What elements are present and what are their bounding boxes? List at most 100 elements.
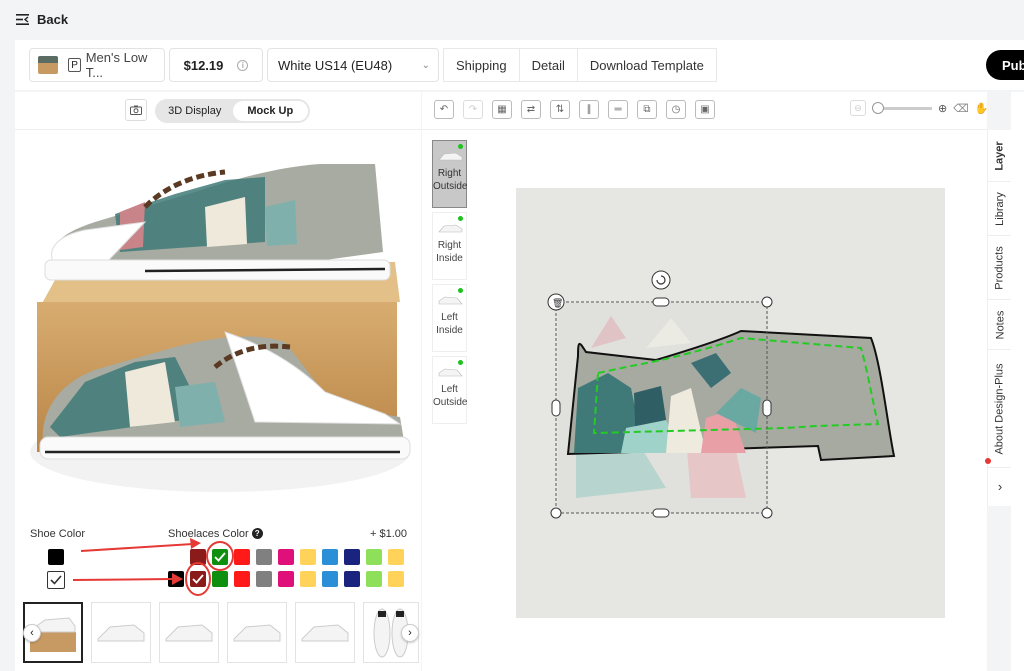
thumbnail-3[interactable] — [159, 602, 219, 663]
tab-products[interactable]: Products — [988, 236, 1012, 300]
tab-library-label: Library — [994, 191, 1006, 226]
history-icon[interactable]: ◷ — [666, 100, 686, 119]
lace-swatch[interactable] — [190, 549, 206, 565]
view-left-inside[interactable]: Left Inside — [432, 284, 467, 352]
tab-3d-display[interactable]: 3D Display — [157, 101, 233, 121]
eraser-icon[interactable]: ⌫ — [953, 102, 969, 115]
view-toggle: 3D Display Mock Up — [155, 99, 310, 123]
thumbnail-4[interactable] — [227, 602, 287, 663]
view-label: Left Outside — [433, 384, 468, 408]
lace-swatch[interactable] — [300, 549, 316, 565]
publish-button[interactable]: Pub — [986, 50, 1024, 80]
view-right-outside[interactable]: Right Outside — [432, 140, 467, 208]
view-label: Right Inside — [436, 240, 463, 264]
lace-swatch[interactable] — [366, 571, 382, 587]
lace-swatch[interactable] — [168, 571, 184, 587]
lace-swatch-selected[interactable] — [212, 549, 228, 565]
duplicate-icon[interactable]: ⧉ — [637, 100, 657, 119]
thumbnail-2[interactable] — [91, 602, 151, 663]
shoe-mockup-image — [30, 164, 411, 492]
tab-library[interactable]: Library — [988, 182, 1012, 236]
lace-swatch[interactable] — [344, 549, 360, 565]
product-badge: P — [68, 58, 81, 72]
mockup-thumbnails: ‹ › — [23, 602, 421, 665]
lace-swatch[interactable] — [388, 571, 404, 587]
lace-swatch-selected[interactable] — [190, 571, 206, 587]
variant-value: White US14 (EU48) — [278, 57, 393, 73]
undo-icon[interactable]: ↶ — [434, 100, 454, 119]
laces-color-label-text: Shoelaces Color — [168, 528, 249, 540]
help-icon[interactable]: ? — [251, 528, 263, 539]
lace-swatch[interactable] — [234, 549, 250, 565]
svg-text:🗑: 🗑 — [552, 298, 563, 309]
lace-swatch[interactable] — [388, 549, 404, 565]
design-canvas[interactable]: 🗑 — [516, 188, 945, 618]
chevron-down-icon: ⌄ — [421, 59, 430, 71]
view-left-outside[interactable]: Left Outside — [432, 356, 467, 424]
price-display: $12.19 i — [169, 48, 263, 82]
flip-horizontal-icon[interactable]: ⇄ — [521, 100, 541, 119]
shoe-outline-icon — [438, 224, 463, 233]
detail-button[interactable]: Detail — [518, 48, 578, 82]
status-dot — [458, 288, 463, 293]
laces-price: + $1.00 — [370, 528, 408, 540]
editor-toolbar: ↶ ↷ ▦ ⇄ ⇅ ∥ ═ ⧉ ◷ ▣ — [434, 100, 715, 119]
view-label: Right Outside — [433, 168, 468, 192]
grid-icon[interactable]: ▦ — [492, 100, 512, 119]
product-name: Men's Low T... — [85, 50, 148, 80]
info-icon[interactable]: i — [237, 59, 249, 71]
zoom-slider[interactable] — [872, 101, 932, 114]
check-icon — [214, 552, 226, 562]
hand-icon[interactable]: ✋ — [975, 102, 989, 115]
fit-icon[interactable]: ▣ — [695, 100, 715, 119]
tab-notes[interactable]: Notes — [988, 300, 1012, 350]
top-bar: Back — [0, 0, 1024, 38]
shoe-color-black[interactable] — [48, 549, 64, 565]
tab-about-design-plus[interactable]: About Design-Plus — [988, 350, 1012, 468]
tab-layer[interactable]: Layer — [988, 130, 1012, 182]
lace-swatch[interactable] — [212, 571, 228, 587]
product-selector[interactable]: P Men's Low T... — [29, 48, 165, 82]
lace-swatch[interactable] — [256, 571, 272, 587]
check-icon — [50, 575, 62, 585]
lace-swatch[interactable] — [344, 571, 360, 587]
lace-swatch[interactable] — [300, 571, 316, 587]
lace-swatch[interactable] — [322, 571, 338, 587]
chevron-right-icon[interactable]: › — [401, 624, 419, 642]
tab-notes-label: Notes — [994, 310, 1006, 339]
lace-swatch[interactable] — [278, 549, 294, 565]
download-template-button[interactable]: Download Template — [576, 48, 717, 82]
zoom-handle[interactable] — [872, 101, 884, 114]
lace-swatch[interactable] — [234, 571, 250, 587]
back-label: Back — [37, 11, 69, 27]
tab-about-label: About Design-Plus — [994, 362, 1007, 455]
zoom-out-icon[interactable]: ⊖ — [850, 100, 866, 116]
lace-swatch[interactable] — [322, 549, 338, 565]
align-horizontal-icon[interactable]: ∥ — [579, 100, 599, 119]
flip-vertical-icon[interactable]: ⇅ — [550, 100, 570, 119]
tab-mock-up[interactable]: Mock Up — [232, 101, 308, 121]
redo-icon[interactable]: ↷ — [463, 100, 483, 119]
product-toolbar: P Men's Low T... $12.19 i White US14 (EU… — [15, 40, 1024, 90]
divider — [15, 129, 421, 130]
chevron-left-icon[interactable]: ‹ — [23, 624, 41, 642]
zoom-in-icon[interactable]: ⊕ — [938, 102, 947, 115]
design-editor: ↶ ↷ ▦ ⇄ ⇅ ∥ ═ ⧉ ◷ ▣ ⊖ ⊕ ⌫ ✋ Right Outsid… — [422, 92, 989, 671]
right-sidebar-tabs: Layer Library Products Notes About Desig… — [985, 130, 1012, 506]
variant-select[interactable]: White US14 (EU48) ⌄ — [267, 48, 439, 82]
back-button[interactable]: Back — [16, 12, 68, 27]
lace-swatch[interactable] — [278, 571, 294, 587]
chevron-right-icon[interactable]: › — [988, 468, 1012, 504]
camera-icon[interactable] — [125, 99, 147, 121]
shoe-outline-icon — [438, 152, 463, 161]
shoe-color-white[interactable] — [47, 571, 65, 589]
status-dot — [458, 144, 463, 149]
lace-swatch[interactable] — [366, 549, 382, 565]
view-right-inside[interactable]: Right Inside — [432, 212, 467, 280]
notification-dot — [985, 458, 991, 464]
shipping-button[interactable]: Shipping — [443, 48, 520, 82]
check-icon — [192, 574, 204, 584]
align-vertical-icon[interactable]: ═ — [608, 100, 628, 119]
thumbnail-5[interactable] — [295, 602, 355, 663]
lace-swatch[interactable] — [256, 549, 272, 565]
